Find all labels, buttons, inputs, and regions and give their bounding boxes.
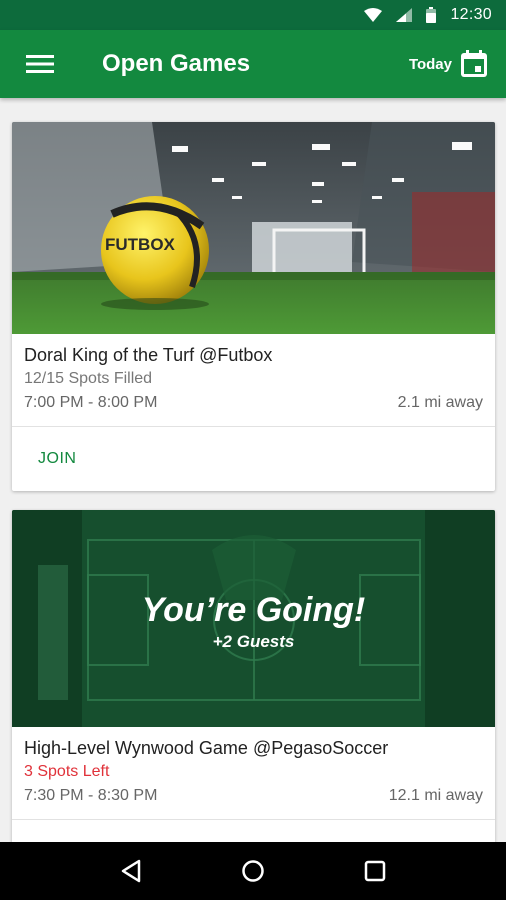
game-details: Doral King of the Turf @Futbox 12/15 Spo… xyxy=(12,334,495,414)
game-title: High-Level Wynwood Game @PegasoSoccer xyxy=(24,738,389,758)
guests-count: +2 Guests xyxy=(212,632,295,651)
ball-logo: FUTBOX xyxy=(105,235,176,254)
battery-icon xyxy=(426,7,437,23)
menu-button[interactable] xyxy=(0,30,80,98)
game-meta: 7:30 PM - 8:30 PM 12.1 mi away xyxy=(24,785,483,807)
app-bar: Open Games Today xyxy=(0,30,506,98)
going-title: You’re Going! xyxy=(141,591,366,629)
game-title: Doral King of the Turf @Futbox xyxy=(24,345,273,365)
recents-icon xyxy=(364,860,386,882)
divider xyxy=(12,819,495,820)
going-overlay: You’re Going! +2 Guests xyxy=(12,510,495,727)
game-time: 7:00 PM - 8:00 PM xyxy=(24,394,158,411)
back-icon xyxy=(121,859,141,883)
game-time: 7:30 PM - 8:30 PM xyxy=(24,787,158,804)
home-button[interactable] xyxy=(223,842,283,900)
game-card[interactable]: You’re Going! +2 Guests High-Level Wynwo… xyxy=(12,510,495,842)
join-button[interactable]: JOIN xyxy=(38,450,76,468)
recents-button[interactable] xyxy=(345,842,405,900)
game-distance: 2.1 mi away xyxy=(397,394,483,411)
wifi-icon xyxy=(364,8,383,22)
today-label: Today xyxy=(408,55,452,73)
status-bar: 12:30 xyxy=(0,0,506,30)
game-image-pegaso: You’re Going! +2 Guests xyxy=(12,510,495,727)
games-list: FUTBOX Doral King of the Turf @Futbox 12… xyxy=(0,98,506,842)
home-icon xyxy=(242,860,264,882)
game-details: High-Level Wynwood Game @PegasoSoccer 3 … xyxy=(12,727,495,807)
game-image-futbox: FUTBOX xyxy=(12,122,495,334)
spots-left: 3 Spots Left xyxy=(24,763,110,780)
today-button[interactable]: Today xyxy=(409,50,488,78)
game-meta: 7:00 PM - 8:00 PM 2.1 mi away xyxy=(24,392,483,414)
menu-icon xyxy=(26,55,54,73)
game-card[interactable]: FUTBOX Doral King of the Turf @Futbox 12… xyxy=(12,122,495,491)
game-distance: 12.1 mi away xyxy=(388,787,483,804)
spots-filled: 12/15 Spots Filled xyxy=(24,370,153,387)
page-title: Open Games xyxy=(102,50,251,77)
card-actions: JOIN xyxy=(12,427,495,491)
back-button[interactable] xyxy=(101,842,161,900)
navigation-bar xyxy=(0,842,506,900)
calendar-icon xyxy=(461,50,487,77)
status-time: 12:30 xyxy=(450,6,492,23)
signal-icon xyxy=(396,8,413,22)
